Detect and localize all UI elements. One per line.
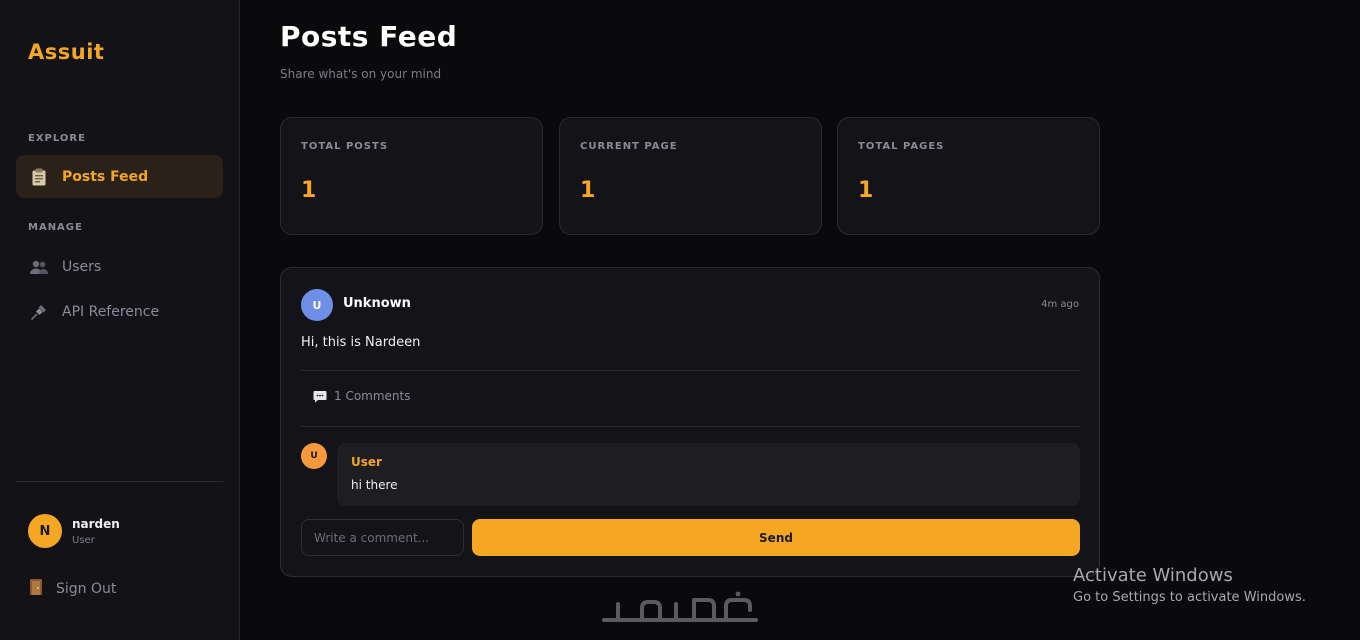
section-label-explore: EXPLORE xyxy=(28,133,86,144)
page-title: Posts Feed xyxy=(280,20,458,53)
user-profile[interactable]: N narden User xyxy=(28,514,120,548)
avatar: N xyxy=(28,514,62,548)
stat-label: CURRENT PAGE xyxy=(580,141,678,152)
users-icon xyxy=(28,256,50,278)
post-body: Hi, this is Nardeen xyxy=(301,335,421,350)
comment-text: hi there xyxy=(351,478,398,492)
sign-out-button[interactable]: Sign Out xyxy=(28,578,116,600)
stat-label: TOTAL PAGES xyxy=(858,141,945,152)
windows-activation-notice: Activate Windows Go to Settings to activ… xyxy=(1073,565,1306,605)
post-avatar: U xyxy=(301,289,333,321)
watermark-logo xyxy=(602,591,758,622)
sign-out-label: Sign Out xyxy=(56,581,117,597)
plug-icon xyxy=(28,301,50,323)
section-label-manage: MANAGE xyxy=(28,222,83,233)
comments-divider xyxy=(301,426,1080,427)
activation-subtitle: Go to Settings to activate Windows. xyxy=(1073,590,1306,605)
comment-input[interactable] xyxy=(301,519,464,556)
activation-title: Activate Windows xyxy=(1073,565,1233,586)
sidebar: Assuit EXPLORE Posts Feed MANAGE Users A… xyxy=(0,0,240,640)
sidebar-item-posts-feed[interactable]: Posts Feed xyxy=(16,155,223,198)
comments-toggle-button[interactable]: 1 Comments xyxy=(313,389,411,403)
stat-card-total-pages: TOTAL PAGES 1 xyxy=(837,117,1100,235)
comment-avatar: U xyxy=(301,443,327,469)
comment-icon xyxy=(313,390,327,403)
page-subtitle: Share what's on your mind xyxy=(280,67,442,81)
clipboard-icon xyxy=(28,166,50,188)
post-divider xyxy=(301,370,1080,371)
sidebar-item-label: Posts Feed xyxy=(62,168,149,185)
post-timestamp: 4m ago xyxy=(1041,299,1079,310)
profile-role: User xyxy=(72,534,95,546)
stat-value: 1 xyxy=(580,178,596,203)
stat-card-total-posts: TOTAL POSTS 1 xyxy=(280,117,543,235)
comment-author: User xyxy=(351,455,382,469)
post-author: Unknown xyxy=(343,296,411,311)
sidebar-item-api-reference[interactable]: API Reference xyxy=(16,290,223,333)
comment-item: User hi there xyxy=(337,443,1080,506)
stat-card-current-page: CURRENT PAGE 1 xyxy=(559,117,822,235)
comments-count-label: 1 Comments xyxy=(334,389,411,403)
main-content: Posts Feed Share what's on your mind TOT… xyxy=(280,0,1360,640)
door-icon xyxy=(28,578,44,600)
sidebar-item-users[interactable]: Users xyxy=(16,245,223,288)
stat-value: 1 xyxy=(301,178,317,203)
sidebar-divider xyxy=(16,481,223,482)
profile-name: narden xyxy=(72,516,120,531)
stat-label: TOTAL POSTS xyxy=(301,141,389,152)
sidebar-item-label: Users xyxy=(62,258,102,275)
send-button[interactable]: Send xyxy=(472,519,1080,556)
sidebar-item-label: API Reference xyxy=(62,303,160,320)
brand-logo[interactable]: Assuit xyxy=(28,40,104,64)
post-card: U Unknown 4m ago Hi, this is Nardeen 1 C… xyxy=(280,267,1100,577)
stat-value: 1 xyxy=(858,178,874,203)
